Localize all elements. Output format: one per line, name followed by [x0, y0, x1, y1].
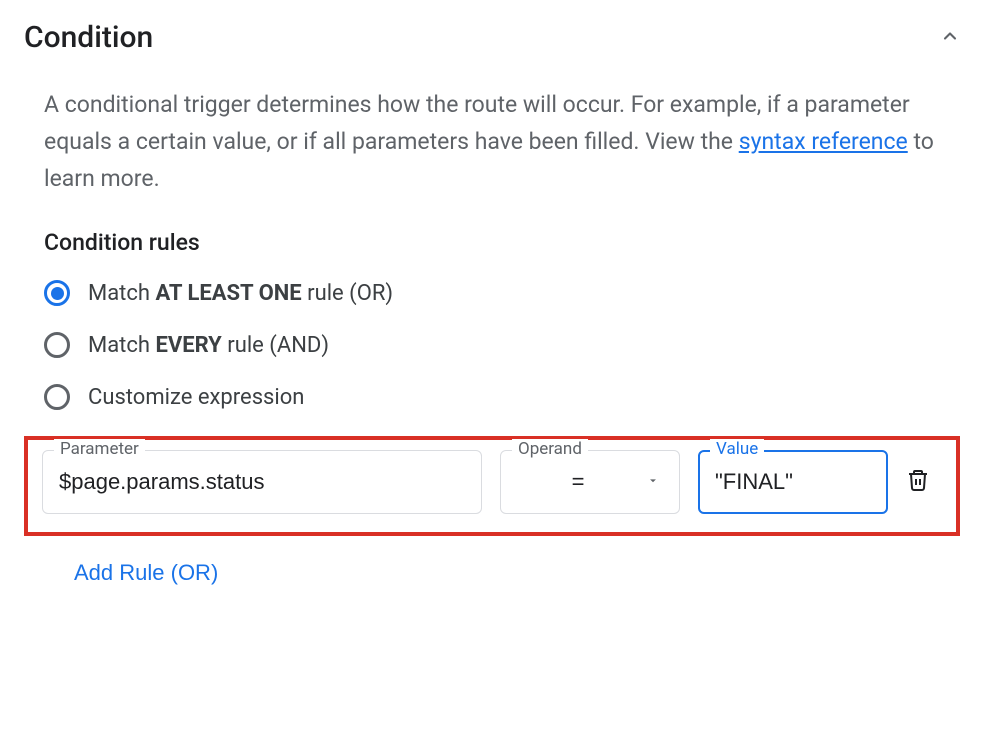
operand-field-wrap: Operand	[500, 450, 680, 514]
rule-row: Parameter Operand Value	[24, 436, 960, 536]
add-rule-button[interactable]: Add Rule (OR)	[74, 560, 218, 586]
delete-rule-icon[interactable]	[906, 468, 930, 496]
section-title: Condition	[24, 20, 153, 55]
syntax-reference-link[interactable]: syntax reference	[739, 128, 908, 155]
radio-icon	[44, 384, 70, 410]
radio-label: Customize expression	[88, 385, 304, 410]
radio-icon	[44, 280, 70, 306]
operand-select[interactable]	[500, 450, 680, 514]
parameter-label: Parameter	[54, 439, 145, 459]
radio-option-or[interactable]: Match AT LEAST ONE rule (OR)	[44, 280, 960, 306]
radio-label: Match AT LEAST ONE rule (OR)	[88, 281, 393, 306]
value-field-wrap: Value	[698, 450, 888, 514]
section-description: A conditional trigger determines how the…	[44, 87, 960, 197]
condition-rules-radio-group: Match AT LEAST ONE rule (OR) Match EVERY…	[44, 280, 960, 410]
value-label: Value	[710, 439, 764, 459]
radio-option-custom[interactable]: Customize expression	[44, 384, 960, 410]
value-input[interactable]	[698, 450, 888, 514]
operand-label: Operand	[512, 439, 588, 459]
collapse-icon[interactable]	[940, 26, 960, 50]
radio-label: Match EVERY rule (AND)	[88, 333, 329, 358]
radio-icon	[44, 332, 70, 358]
condition-rules-title: Condition rules	[44, 229, 960, 256]
section-header: Condition	[24, 20, 960, 55]
parameter-field-wrap: Parameter	[42, 450, 482, 514]
parameter-input[interactable]	[42, 450, 482, 514]
radio-option-and[interactable]: Match EVERY rule (AND)	[44, 332, 960, 358]
